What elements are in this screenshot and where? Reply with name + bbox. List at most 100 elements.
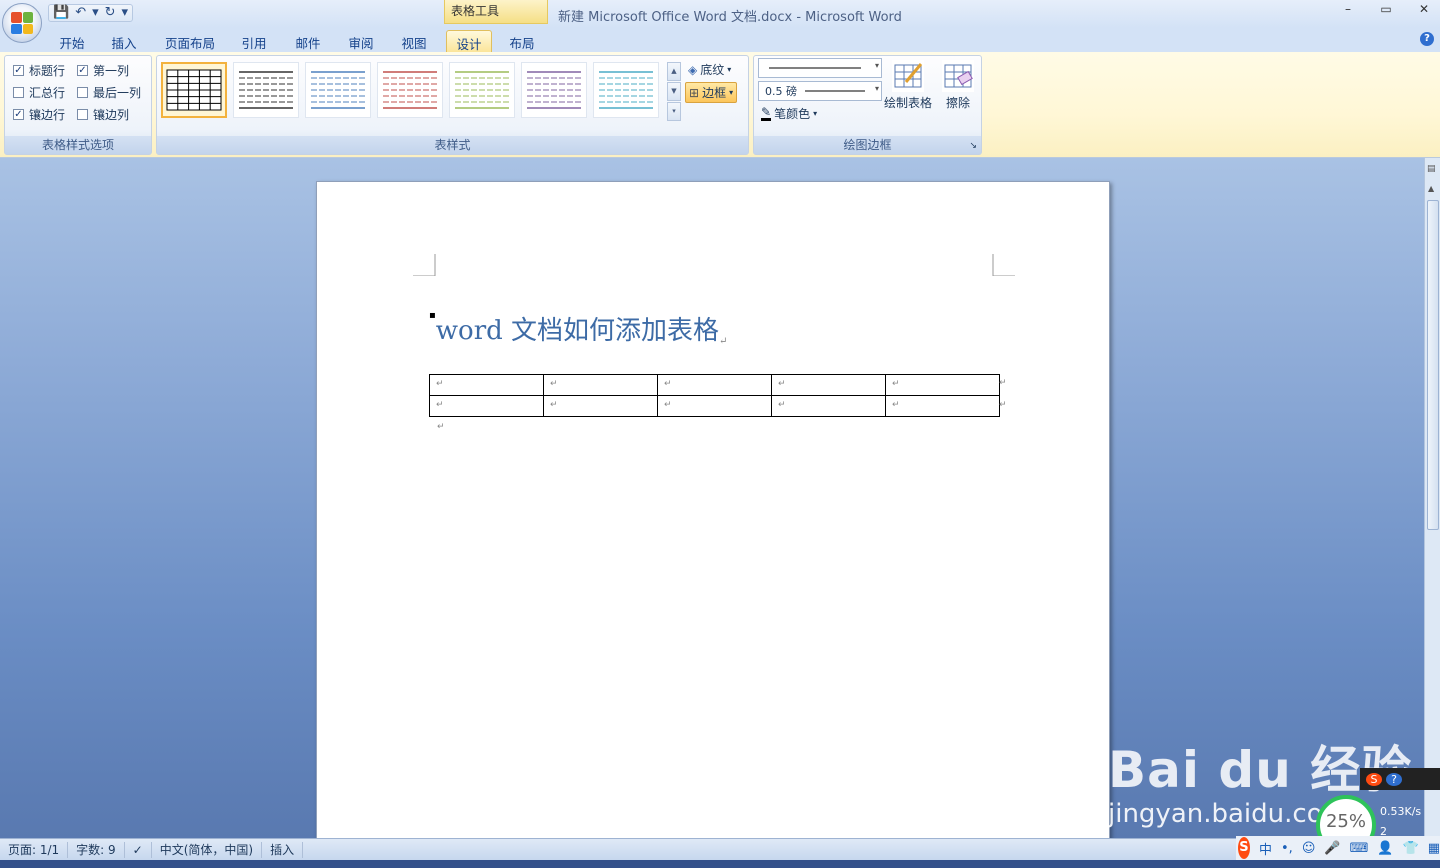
customize-qat-icon[interactable]: ▾	[122, 6, 129, 20]
draw-table-button[interactable]: 绘制表格	[884, 60, 932, 111]
ime-tool-icon[interactable]: ☺	[1302, 841, 1316, 856]
help-icon[interactable]: ?	[1420, 32, 1434, 46]
table-style-preview-icon	[455, 71, 509, 109]
document-table[interactable]: ↵ ↵ ↵ ↵ ↵ ↵ ↵ ↵ ↵ ↵	[429, 374, 1000, 417]
sogou-ime-icon[interactable]: S	[1238, 837, 1250, 859]
first-column-checkbox[interactable]: ✓ 第一列	[77, 62, 129, 79]
margin-corner-top-left	[413, 254, 436, 276]
save-icon[interactable]: 💾	[53, 6, 69, 20]
table-style-thumbnail[interactable]	[377, 62, 443, 118]
insert-mode[interactable]: 插入	[262, 841, 304, 858]
table-style-thumbnail[interactable]	[233, 62, 299, 118]
language-indicator[interactable]: 中文(简体，中国)	[152, 841, 263, 858]
tab-design[interactable]: 设计	[446, 30, 492, 52]
table-cell[interactable]: ↵	[771, 374, 886, 396]
header-row-checkbox[interactable]: ✓ 标题行	[13, 62, 65, 79]
pen-color-button[interactable]: ✎ 笔颜色 ▾	[758, 104, 820, 123]
chevron-down-icon: ▾	[813, 109, 818, 118]
chevron-down-icon: ▾	[874, 84, 879, 93]
vertical-scrollbar[interactable]: ▤ ▲	[1424, 158, 1440, 838]
proofing-icon[interactable]: ✓	[125, 841, 152, 858]
pen-color-label: 笔颜色	[774, 107, 811, 121]
undo-icon[interactable]: ↶	[75, 6, 86, 20]
paragraph-mark: ↵	[437, 422, 445, 432]
banded-columns-checkbox[interactable]: 镶边列	[77, 106, 129, 123]
help-icon[interactable]: ?	[1386, 772, 1402, 786]
table-cell[interactable]: ↵	[543, 374, 658, 396]
checkbox-label: 镶边列	[93, 108, 130, 122]
table-tools-context-title: 表格工具	[444, 0, 548, 24]
undo-dropdown-icon[interactable]: ▾	[92, 6, 99, 20]
ime-tool-icon[interactable]: 👤	[1377, 841, 1393, 856]
ruler-toggle-icon[interactable]: ▤	[1427, 164, 1436, 174]
last-column-checkbox[interactable]: 最后一列	[77, 84, 141, 101]
table-style-thumbnail[interactable]	[305, 62, 371, 118]
gallery-up-icon[interactable]: ▲	[667, 62, 681, 81]
ime-tool-icon[interactable]: 👕	[1403, 841, 1419, 856]
table-style-thumbnail[interactable]	[161, 62, 227, 118]
tab-mailings[interactable]: 邮件	[288, 30, 328, 52]
word-count[interactable]: 字数: 9	[68, 841, 125, 858]
ime-tool-icon[interactable]: 🎤	[1324, 841, 1340, 856]
table-style-thumbnail[interactable]	[521, 62, 587, 118]
ime-tool-icon[interactable]: ⌨	[1350, 841, 1369, 856]
table-style-thumbnail[interactable]	[449, 62, 515, 118]
scroll-up-icon[interactable]: ▲	[1428, 184, 1434, 193]
borders-button[interactable]: ⊞ 边框 ▾	[685, 82, 738, 103]
ime-tool-icon[interactable]: •,	[1281, 841, 1293, 856]
tab-page-layout[interactable]: 页面布局	[158, 30, 222, 52]
table-cell[interactable]: ↵	[429, 395, 544, 417]
net-monitor-bar: S ?	[1360, 768, 1440, 790]
sogou-icon[interactable]: S	[1366, 772, 1382, 786]
page-count[interactable]: 页面: 1/1	[0, 841, 69, 858]
checkbox-label: 最后一列	[93, 86, 142, 100]
restore-button[interactable]: ▭	[1378, 2, 1394, 16]
document-heading[interactable]: ▪word 文档如何添加表格↵	[429, 310, 727, 347]
ime-tool-icon[interactable]: ▦	[1428, 841, 1440, 856]
table-cell[interactable]: ↵	[885, 374, 1000, 396]
table-row: ↵ ↵ ↵ ↵ ↵	[429, 374, 1000, 396]
eraser-button[interactable]: 擦除	[942, 60, 974, 111]
draw-table-icon	[892, 60, 924, 92]
table-style-preview-icon	[527, 71, 581, 109]
heading-text: word 文档如何添加表格	[435, 316, 720, 346]
gallery-more-icon[interactable]: ▾	[667, 102, 681, 121]
gallery-down-icon[interactable]: ▼	[667, 82, 681, 101]
tab-insert[interactable]: 插入	[104, 30, 144, 52]
dialog-launcher-icon[interactable]: ↘	[969, 141, 977, 151]
table-style-preview-icon	[383, 71, 437, 109]
ime-tool-icon[interactable]: 中	[1259, 839, 1272, 858]
table-cell[interactable]: ↵	[657, 374, 772, 396]
line-style-preview	[769, 67, 861, 69]
minimize-button[interactable]: –	[1340, 2, 1356, 16]
table-cell[interactable]: ↵	[429, 374, 544, 396]
redo-icon[interactable]: ↻	[105, 6, 116, 20]
line-weight-dropdown[interactable]: 0.5 磅 ▾	[758, 81, 882, 101]
office-button[interactable]	[2, 3, 42, 43]
table-cell[interactable]: ↵	[885, 395, 1000, 417]
tab-review[interactable]: 审阅	[341, 30, 381, 52]
eraser-label: 擦除	[945, 96, 970, 110]
table-cell[interactable]: ↵	[543, 395, 658, 417]
tab-layout[interactable]: 布局	[502, 30, 542, 52]
scrollbar-thumb[interactable]	[1427, 200, 1439, 530]
table-style-preview-icon	[239, 71, 293, 109]
tab-view[interactable]: 视图	[394, 30, 434, 52]
shading-button[interactable]: ◈ 底纹 ▾	[685, 60, 734, 79]
table-row: ↵ ↵ ↵ ↵ ↵	[429, 395, 1000, 417]
table-cell[interactable]: ↵	[771, 395, 886, 417]
table-cell[interactable]: ↵	[657, 395, 772, 417]
net-speed: 0.53K/s	[1380, 805, 1422, 818]
ribbon-tabs: 开始 插入 页面布局 引用 邮件 审阅 视图 设计 布局 ?	[0, 28, 1440, 52]
close-button[interactable]: ✕	[1416, 2, 1432, 16]
tab-home[interactable]: 开始	[52, 30, 92, 52]
table-style-thumbnail[interactable]	[593, 62, 659, 118]
tab-references[interactable]: 引用	[234, 30, 274, 52]
line-weight-preview	[805, 90, 865, 92]
total-row-checkbox[interactable]: 汇总行	[13, 84, 65, 101]
banded-rows-checkbox[interactable]: ✓ 镶边行	[13, 106, 65, 123]
row-end-mark: ↵	[999, 400, 1007, 410]
line-style-dropdown[interactable]: ▾	[758, 58, 882, 78]
checkbox-icon: ✓	[13, 65, 24, 76]
document-page[interactable]: ▪word 文档如何添加表格↵ ↵ ↵ ↵ ↵ ↵ ↵ ↵ ↵ ↵ ↵ ↵ ↵ ↵	[316, 181, 1110, 841]
